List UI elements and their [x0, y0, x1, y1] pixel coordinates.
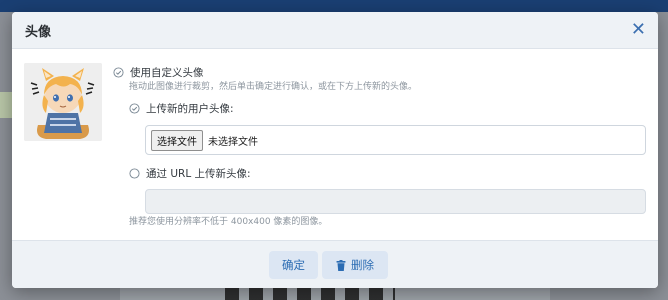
upload-avatar-label: 上传新的用户头像: — [146, 103, 234, 115]
dialog-footer: 确定 删除 — [12, 240, 658, 288]
background-nav-bar — [0, 0, 668, 12]
delete-button[interactable]: 删除 — [322, 251, 388, 279]
check-circle-icon — [113, 67, 124, 78]
dialog-body: 使用自定义头像 拖动此图像进行裁剪，然后单击确定进行确认，或在下方上传新的头像。… — [12, 49, 658, 239]
custom-avatar-label: 使用自定义头像 — [130, 67, 204, 79]
radio-empty-icon — [129, 168, 140, 179]
choose-file-button[interactable]: 选择文件 — [151, 129, 203, 151]
file-input[interactable]: 选择文件 未选择文件 — [145, 125, 646, 155]
dialog-header: 头像 ✕ — [12, 12, 658, 49]
url-avatar-option[interactable]: 通过 URL 上传新头像: — [129, 166, 251, 181]
delete-label: 删除 — [351, 258, 374, 272]
avatar-dialog: 头像 ✕ 使用自定义头像 拖动此图像进行裁剪，然后单击确定进行确认，或在下方上传… — [12, 12, 658, 288]
close-icon[interactable]: ✕ — [631, 21, 646, 39]
confirm-button[interactable]: 确定 — [269, 251, 318, 279]
check-circle-icon — [129, 103, 140, 114]
custom-avatar-hint: 拖动此图像进行裁剪，然后单击确定进行确认，或在下方上传新的头像。 — [129, 82, 418, 92]
url-avatar-label: 通过 URL 上传新头像: — [146, 168, 251, 180]
url-input[interactable] — [145, 189, 646, 214]
avatar-image — [24, 63, 102, 141]
dialog-title: 头像 — [25, 24, 52, 40]
confirm-label: 确定 — [282, 258, 305, 272]
file-status: 未选择文件 — [208, 136, 258, 148]
resolution-hint: 推荐您使用分辨率不低于 400x400 像素的图像。 — [129, 217, 328, 227]
custom-avatar-option[interactable]: 使用自定义头像 — [113, 65, 204, 80]
trash-icon — [336, 259, 346, 271]
avatar-preview[interactable] — [24, 63, 102, 141]
upload-avatar-option[interactable]: 上传新的用户头像: — [129, 101, 234, 116]
